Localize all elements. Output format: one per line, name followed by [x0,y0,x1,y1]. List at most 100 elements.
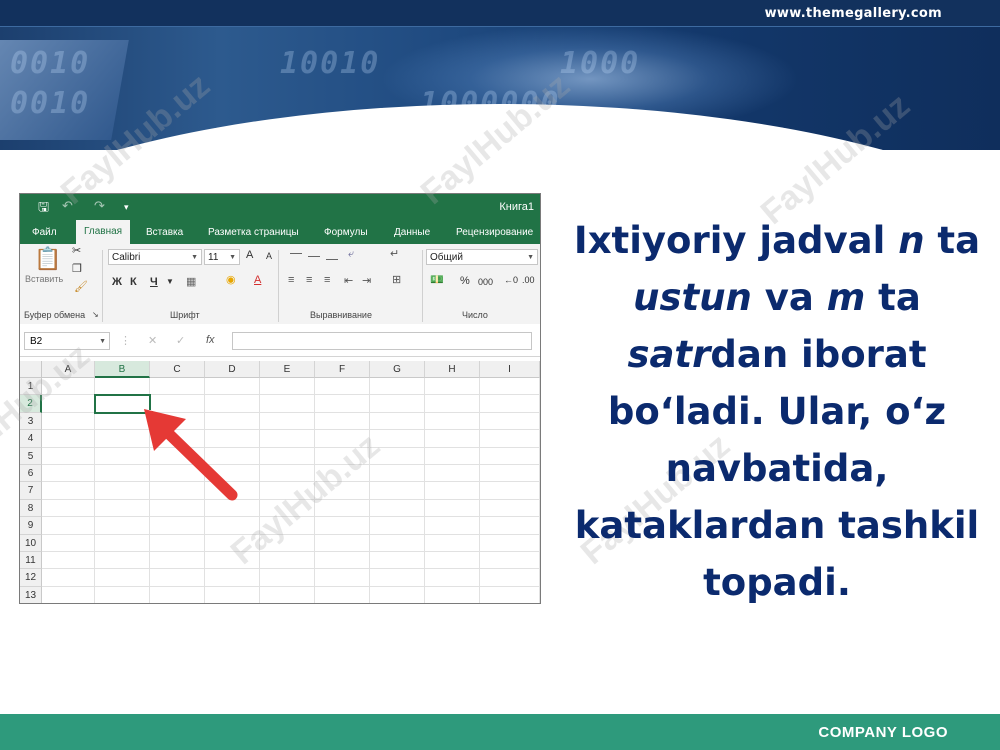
ribbon-separator [278,250,279,322]
decrease-indent-icon[interactable]: ⇤ [344,274,353,287]
gridline [42,481,540,483]
body-text-fragment: ta [924,219,981,262]
row-header[interactable]: 5 [20,447,42,465]
clipboard-group-label: Буфер обмена [24,310,86,320]
body-line: navbatida, [665,447,889,490]
body-line: kataklardan tashkil [574,504,980,547]
ribbon: 📋 Вставить ✂ ❐ 🖌 Буфер обмена ↘ Calibri ▼… [20,244,540,325]
body-text-fragment: ta [865,276,921,319]
borders-icon[interactable]: ▦ [186,275,196,288]
merge-center-icon[interactable]: ⊞ [392,273,401,286]
insert-function-button[interactable]: fx [206,334,215,346]
grow-font-button[interactable]: A [246,249,253,261]
column-header[interactable]: B [95,361,150,378]
number-group-label: Число [462,310,488,320]
tab-review[interactable]: Рецензирование [456,227,533,238]
spreadsheet-grid[interactable]: A B C D E F G H I 1 2 3 4 5 6 7 8 9 10 11 12 13 [20,361,540,603]
slide-header: 0010 0010 10010 1000 1000000 www.themega… [0,0,1000,150]
formula-bar-grip-icon: ⋮ [120,335,131,347]
font-name-select[interactable]: Calibri ▼ [108,249,202,265]
gridline [42,446,540,448]
format-painter-icon[interactable]: 🖌 [74,280,88,293]
align-bottom-icon[interactable] [326,259,338,260]
name-box[interactable]: B2 ▼ [24,332,110,350]
formula-input[interactable] [232,332,532,350]
paste-icon[interactable]: 📋 [34,246,61,272]
shrink-font-button[interactable]: A [266,251,272,261]
row-header[interactable]: 11 [20,552,42,570]
row-header[interactable]: 10 [20,534,42,552]
redo-icon[interactable]: ↷ [94,198,105,214]
percent-style-button[interactable]: % [460,275,470,287]
row-header[interactable]: 13 [20,586,42,603]
undo-icon[interactable]: ↶ [62,198,73,214]
tab-data[interactable]: Данные [394,227,430,238]
font-size-select[interactable]: 11 ▼ [204,249,240,265]
align-center-icon[interactable]: ≡ [306,274,312,286]
font-color-icon[interactable]: A [254,274,261,286]
gridline [42,429,540,431]
website-url[interactable]: www.themegallery.com [765,6,942,21]
copy-icon[interactable]: ❐ [72,262,82,275]
align-middle-icon[interactable] [308,256,320,257]
gridline [42,464,540,465]
cancel-icon[interactable]: ✕ [148,334,157,347]
customize-qat-icon[interactable]: ▾ [124,202,129,213]
align-left-icon[interactable]: ≡ [288,274,294,286]
gridline [42,533,540,535]
chevron-down-icon[interactable]: ▼ [166,277,174,286]
column-header[interactable]: I [480,361,540,378]
arrow-shaft [160,425,238,501]
column-header[interactable]: C [150,361,205,378]
row-header[interactable]: 4 [20,430,42,448]
align-top-icon[interactable] [290,253,302,254]
body-text-italic: n [898,219,925,262]
decrease-decimal-icon[interactable]: .00 [522,275,535,285]
font-group-label: Шрифт [170,310,200,320]
tab-home[interactable]: Главная [76,220,131,244]
increase-decimal-icon[interactable]: ←0 [504,275,518,285]
number-format-select[interactable]: Общий ▼ [426,249,538,265]
row-header[interactable]: 12 [20,569,42,587]
cut-icon[interactable]: ✂ [72,244,81,257]
row-header[interactable]: 2 [20,395,42,413]
gridline [42,498,540,500]
enter-icon[interactable]: ✓ [176,334,185,347]
row-header[interactable]: 9 [20,517,42,535]
orientation-icon[interactable]: ⤶ [348,248,354,261]
clipboard-launcher-icon[interactable]: ↘ [92,310,99,319]
column-header[interactable]: H [425,361,480,378]
tab-page-layout[interactable]: Разметка страницы [208,227,299,238]
ribbon-separator [102,250,103,322]
align-right-icon[interactable]: ≡ [324,274,330,286]
column-header[interactable]: E [260,361,315,378]
header-topbar: www.themegallery.com [0,0,1000,27]
tab-formulas[interactable]: Формулы [324,227,368,238]
save-icon[interactable]: 🖫 [38,198,49,220]
accounting-format-icon[interactable]: 💵 [430,273,444,286]
gridline [42,568,540,570]
fill-color-icon[interactable]: ◉ [226,273,236,286]
body-text-fragment: dan iborat [710,333,927,376]
column-header[interactable]: F [315,361,370,378]
wrap-text-icon[interactable]: ↵ [390,247,399,260]
paste-button[interactable]: Вставить [25,274,63,284]
increase-indent-icon[interactable]: ⇥ [362,274,371,287]
column-header[interactable]: D [205,361,260,378]
row-header[interactable]: 1 [20,378,42,396]
bold-button[interactable]: Ж [112,276,122,288]
row-header[interactable]: 6 [20,465,42,483]
row-header[interactable]: 3 [20,412,42,431]
column-header[interactable]: A [42,361,95,378]
row-header[interactable]: 7 [20,482,42,500]
comma-style-button[interactable]: 000 [478,277,493,287]
gridline [42,603,540,604]
column-header[interactable]: G [370,361,425,378]
header-digits: 1000 [560,46,641,81]
row-header[interactable]: 8 [20,499,42,518]
select-all-button[interactable] [20,361,42,378]
tab-file[interactable]: Файл [32,227,57,238]
tab-insert[interactable]: Вставка [146,227,183,238]
underline-button[interactable]: Ч [150,276,158,288]
italic-button[interactable]: К [130,276,137,288]
